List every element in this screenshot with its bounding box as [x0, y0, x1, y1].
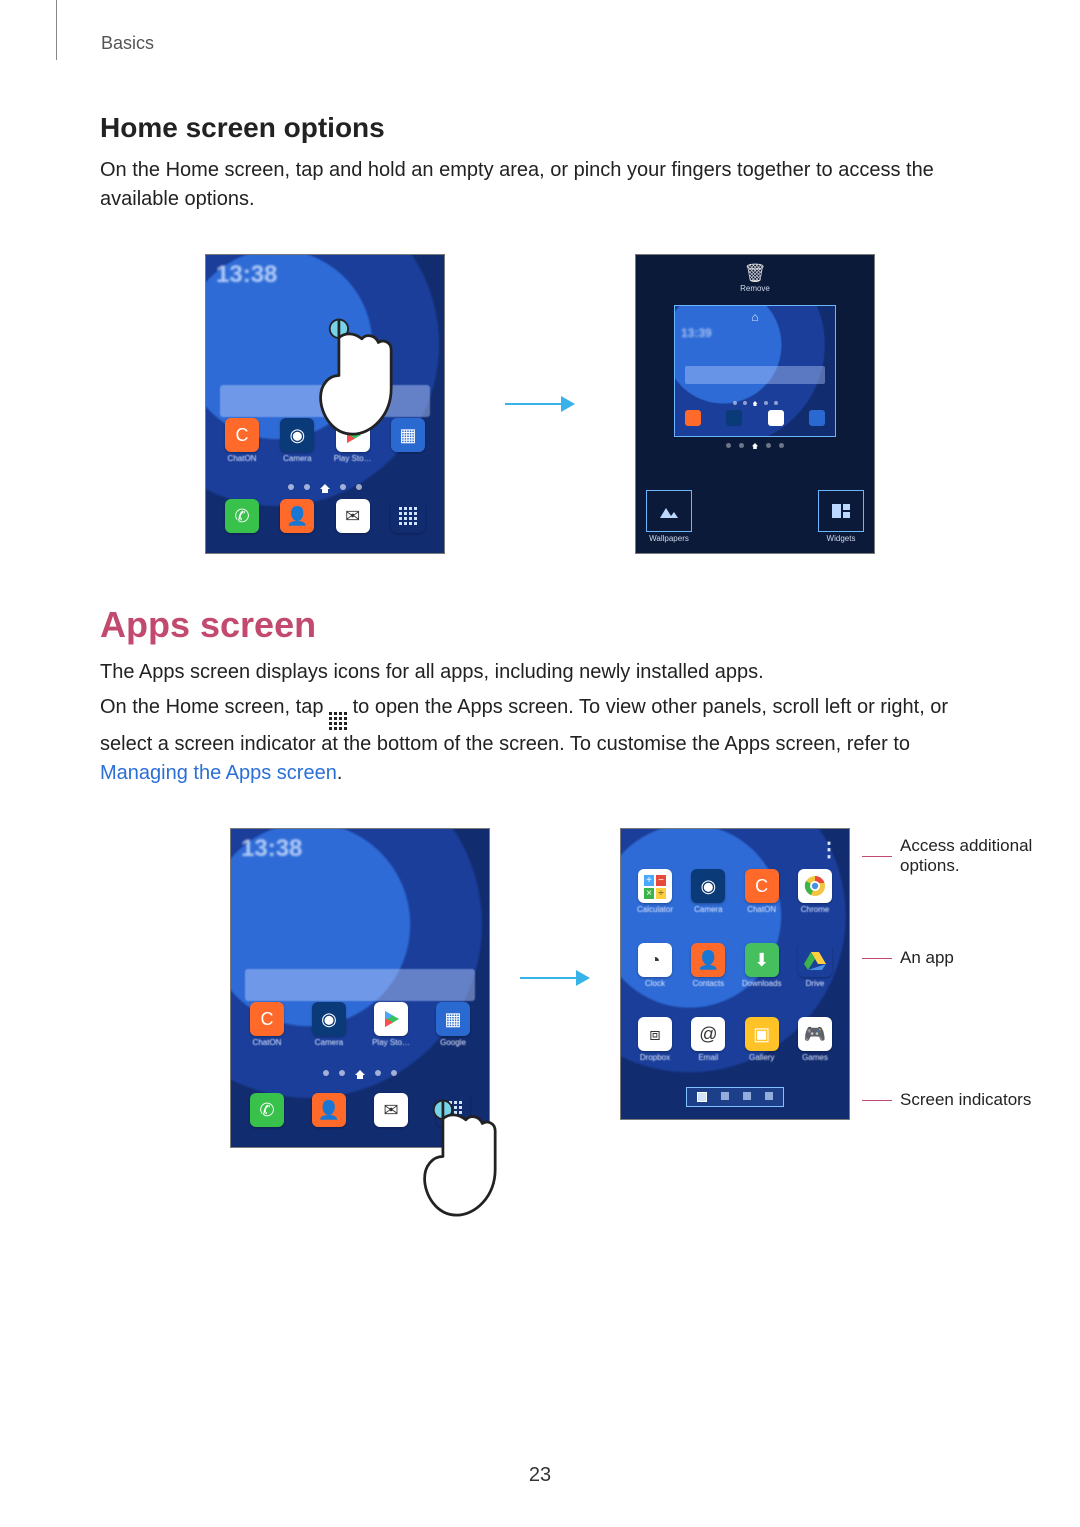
callout-app: An app: [900, 948, 954, 968]
managing-apps-link[interactable]: Managing the Apps screen: [100, 762, 337, 784]
arrow-icon: [505, 394, 575, 414]
callout-options: Access additional options.: [900, 836, 1080, 876]
status-clock: 13:38: [206, 255, 444, 289]
mini-home-panel: ⌂ 13:39: [674, 305, 836, 437]
phone-edit-mode: 🗑 Remove ⌂ 13:39: [635, 254, 875, 554]
app-camera: ◉Camera: [307, 1002, 351, 1047]
apps-grid-row-2: ◔Clock👤Contacts⬇DownloadsDrive: [633, 943, 837, 988]
mini-dots: [675, 401, 835, 406]
app-contacts: 👤Contacts: [686, 943, 730, 988]
app-gallery: ▣Gallery: [740, 1017, 784, 1062]
section-title-home-options: Home screen options: [100, 112, 980, 144]
mini-google-widget: [685, 366, 825, 384]
app-chaton: CChatON: [245, 1002, 289, 1047]
screen-indicators: [686, 1087, 784, 1107]
app-mail: ✉: [369, 1093, 413, 1127]
trash-icon: 🗑: [744, 263, 767, 283]
home-icon: ⌂: [675, 306, 835, 324]
edit-bottom-tiles: Wallpapers Widgets: [646, 490, 864, 543]
wallpapers-label: Wallpapers: [649, 534, 689, 543]
apps-grid-row-1: +−×÷Calculator◉CameraCChatONChrome: [633, 869, 837, 914]
hand-tap-apps-icon: [420, 1096, 530, 1239]
app-dropbox: ⧈Dropbox: [633, 1017, 677, 1062]
google-widget-2: [245, 969, 475, 1001]
apps-body-2c: .: [337, 762, 343, 784]
breadcrumb: Basics: [101, 33, 154, 54]
manual-page: Basics Home screen options On the Home s…: [0, 0, 1080, 1527]
app-folder-g: ▦Google: [431, 1002, 475, 1047]
apps-body-1: The Apps screen displays icons for all a…: [100, 658, 980, 687]
app-games: 🎮Games: [793, 1017, 837, 1062]
app-camera: ◉Camera: [275, 418, 319, 463]
phone-home-2-wrap: 13:38 CChatON ◉Camera Play Sto… ▦Google ✆ 👤 ✉: [230, 828, 490, 1148]
mini-clock: 13:39: [675, 324, 835, 342]
section-title-apps-screen: Apps screen: [100, 604, 980, 646]
app-drive: Drive: [793, 943, 837, 988]
app-email: @Email: [686, 1017, 730, 1062]
app-apps: [386, 499, 430, 533]
panel-dots: [636, 443, 874, 449]
figure-home-options: 13:38 CChatON◉CameraPlay Sto…▦ ✆👤✉ 🗑 Rem…: [100, 254, 980, 554]
phone-apps: ⋮ +−×÷Calculator◉CameraCChatONChrome ◔Cl…: [620, 828, 850, 1120]
app-clock: ◔Clock: [633, 943, 677, 988]
app-play: Play Sto…: [369, 1002, 413, 1047]
home-dock: ✆ 👤 ✉: [220, 499, 430, 533]
figure-apps-screen: 13:38 CChatON◉CameraPlay Sto…▦Google ✆👤✉…: [100, 828, 980, 1148]
app-camera: ◉Camera: [686, 869, 730, 914]
header-bar: Basics: [56, 0, 980, 60]
apps-body-2: On the Home screen, tap to open the Apps…: [100, 693, 980, 788]
mini-icon-row: [685, 410, 825, 426]
apps-grid-icon: [329, 695, 347, 730]
more-options-icon: ⋮: [819, 837, 839, 862]
hand-tap-icon: [316, 315, 426, 458]
section-body-home-options: On the Home screen, tap and hold an empt…: [100, 156, 980, 214]
app-calculator: +−×÷Calculator: [633, 869, 677, 914]
page-number: 23: [0, 1464, 1080, 1487]
phone-home: 13:38 CChatON◉CameraPlay Sto…▦ ✆👤✉: [205, 254, 445, 554]
status-clock-2: 13:38: [231, 829, 489, 863]
wallpapers-tile: [646, 490, 692, 532]
apps-phone-wrap: ⋮ +−×÷Calculator◉CameraCChatONChrome ◔Cl…: [620, 828, 850, 1120]
app-downloads: ⬇Downloads: [740, 943, 784, 988]
apps-grid-row-3: ⧈Dropbox@Email▣Gallery🎮Games: [633, 1017, 837, 1062]
app-phone: ✆: [220, 499, 264, 533]
page-indicators: [206, 484, 444, 493]
page-indicators-2: [231, 1070, 489, 1079]
app-contacts: 👤: [275, 499, 319, 533]
remove-label: Remove: [644, 284, 866, 293]
callout-pager: Screen indicators: [900, 1090, 1031, 1110]
apps-body-2a: On the Home screen, tap: [100, 696, 329, 718]
app-chrome: Chrome: [793, 869, 837, 914]
arrow-icon-2: [520, 968, 590, 988]
app-chaton: CChatON: [220, 418, 264, 463]
app-chaton: CChatON: [740, 869, 784, 914]
widgets-tile: [818, 490, 864, 532]
widgets-label: Widgets: [827, 534, 856, 543]
home2-row-1: CChatON ◉Camera Play Sto… ▦Google: [245, 1002, 475, 1047]
app-mail: ✉: [331, 499, 375, 533]
app-phone: ✆: [245, 1093, 289, 1127]
app-contacts: 👤: [307, 1093, 351, 1127]
remove-bar: 🗑 Remove: [636, 255, 874, 301]
